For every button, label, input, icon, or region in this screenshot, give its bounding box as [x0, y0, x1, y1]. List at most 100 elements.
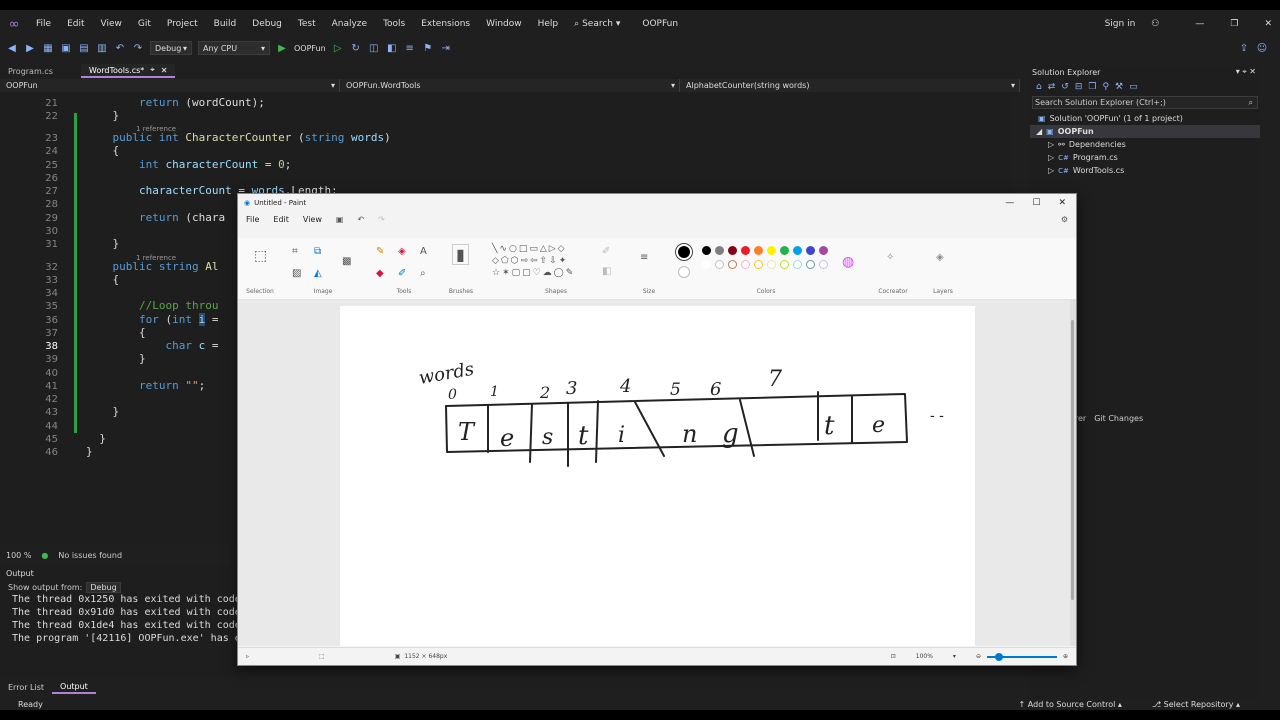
zoom-level[interactable]: 100 % — [6, 551, 31, 560]
live-share-icon[interactable]: ⇪ — [1238, 43, 1250, 54]
menu-extensions[interactable]: Extensions — [413, 19, 478, 29]
minimize-icon[interactable]: — — [1005, 198, 1014, 208]
color-swatch[interactable] — [754, 246, 763, 255]
configuration-select[interactable]: Debug ▾ — [150, 41, 192, 55]
undo-icon[interactable]: ↶ — [114, 43, 126, 54]
edit-colors-icon[interactable]: ◍ — [842, 254, 854, 270]
cocreator-icon[interactable]: ✧ — [886, 252, 894, 263]
color-swatch[interactable] — [754, 260, 763, 269]
color-swatch[interactable] — [728, 260, 737, 269]
crop-icon[interactable]: ⌗ — [292, 246, 298, 257]
redo-icon[interactable]: ↷ — [132, 43, 144, 54]
save-icon[interactable]: ▣ — [336, 215, 344, 224]
selection-icon[interactable]: ⬚ — [254, 248, 267, 264]
color-swatch[interactable] — [793, 246, 802, 255]
tool-icon[interactable]: ◧ — [386, 43, 398, 54]
hot-reload-icon[interactable]: ↻ — [350, 43, 362, 54]
menu-window[interactable]: Window — [478, 19, 530, 29]
settings-icon[interactable]: ⚙ — [1061, 215, 1068, 224]
menu-project[interactable]: Project — [159, 19, 206, 29]
color-swatch[interactable] — [793, 260, 802, 269]
forward-icon[interactable]: ▶ — [24, 43, 36, 54]
bookmark-icon[interactable]: ⚑ — [422, 43, 434, 54]
primary-color[interactable] — [676, 244, 692, 260]
color-picker-icon[interactable]: ✐ — [398, 268, 406, 279]
zoom-in-icon[interactable]: ⊕ — [1063, 653, 1068, 660]
user-icon[interactable]: ⚇ — [1143, 19, 1167, 29]
comment-icon[interactable]: ≡ — [404, 43, 416, 54]
filter-icon[interactable]: ⚲ — [1102, 82, 1109, 92]
tree-solution[interactable]: ▣ Solution 'OOPFun' (1 of 1 project) — [1030, 112, 1260, 125]
collapse-icon[interactable]: ⊟ — [1075, 82, 1083, 92]
shapes-row-3-icon[interactable]: ☆✶▢▢♡☁◯✎ — [492, 268, 575, 278]
secondary-color[interactable] — [678, 266, 690, 278]
run-target-label[interactable]: OOPFun — [294, 44, 326, 53]
paint-menu-edit[interactable]: Edit — [273, 215, 289, 224]
menu-debug[interactable]: Debug — [244, 19, 290, 29]
search-menu[interactable]: ⌕ Search ▾ — [566, 19, 628, 29]
show-all-icon[interactable]: ❐ — [1088, 82, 1096, 92]
tree-dependencies[interactable]: ▷ ⚯ Dependencies — [1030, 138, 1260, 151]
zoom-slider[interactable] — [986, 652, 1057, 661]
magnifier-icon[interactable]: ⌕ — [420, 268, 426, 279]
brush-icon[interactable]: ▮ — [452, 244, 469, 265]
size-icon[interactable]: ≡ — [640, 252, 648, 263]
redo-icon[interactable]: ↷ — [378, 215, 385, 224]
menu-file[interactable]: File — [28, 19, 59, 29]
resize-icon[interactable]: ⧉ — [314, 246, 321, 257]
tab-output[interactable]: Output — [52, 680, 96, 694]
text-icon[interactable]: A — [420, 246, 427, 257]
issues-status[interactable]: No issues found — [58, 551, 122, 560]
new-project-icon[interactable]: ▦ — [42, 43, 54, 54]
feedback-icon[interactable]: ☺ — [1256, 43, 1268, 54]
vertical-scrollbar[interactable] — [1070, 300, 1076, 646]
image-creator-icon[interactable]: ▩ — [342, 256, 351, 267]
member-dropdown[interactable]: AlphabetCounter(string words) ▾ — [680, 79, 1020, 92]
open-icon[interactable]: ▣ — [60, 43, 72, 54]
save-all-icon[interactable]: ▥ — [96, 43, 108, 54]
color-swatch[interactable] — [806, 260, 815, 269]
back-icon[interactable]: ◀ — [6, 43, 18, 54]
platform-select[interactable]: Any CPU ▾ — [198, 41, 270, 55]
start-without-debug-icon[interactable]: ▷ — [332, 43, 344, 54]
menu-analyze[interactable]: Analyze — [324, 19, 375, 29]
undo-icon[interactable]: ↶ — [357, 215, 364, 224]
home-icon[interactable]: ⌂ — [1036, 82, 1042, 92]
save-icon[interactable]: ▤ — [78, 43, 90, 54]
shapes-row-1-icon[interactable]: ╲∿○□▭△▷◇ — [492, 244, 567, 254]
drawing-canvas[interactable]: words 0 1 2 3 4 5 6 7 T e s t i n g t e … — [340, 306, 975, 646]
indent-icon[interactable]: ⇥ — [440, 43, 452, 54]
color-swatch[interactable] — [728, 246, 737, 255]
project-dropdown[interactable]: OOPFun ▾ — [0, 79, 340, 92]
history-icon[interactable]: ↺ — [1061, 82, 1069, 92]
tab-wordtools-cs[interactable]: WordTools.cs* ⌖ ✕ — [80, 64, 176, 78]
menu-tools[interactable]: Tools — [375, 19, 413, 29]
paint-menu-view[interactable]: View — [303, 215, 322, 224]
eraser-icon[interactable]: ◆ — [376, 268, 384, 279]
zoom-out-icon[interactable]: ⊖ — [976, 653, 981, 660]
tree-wordtools-cs[interactable]: ▷ C# WordTools.cs — [1030, 164, 1260, 177]
color-swatch[interactable] — [780, 246, 789, 255]
start-debug-icon[interactable]: ▶ — [276, 43, 288, 54]
pin-icon[interactable]: ⌖ — [150, 65, 155, 75]
close-icon[interactable]: ✕ — [1256, 19, 1280, 29]
menu-build[interactable]: Build — [206, 19, 245, 29]
chevron-down-icon[interactable]: ▾ — [953, 653, 956, 660]
sync-icon[interactable]: ⇄ — [1048, 82, 1056, 92]
menu-view[interactable]: View — [93, 19, 130, 29]
color-swatch[interactable] — [780, 260, 789, 269]
tree-project[interactable]: ◢ ▣ OOPFun — [1030, 125, 1260, 138]
color-swatch[interactable] — [741, 246, 750, 255]
menu-test[interactable]: Test — [290, 19, 324, 29]
tab-git-changes[interactable]: Git Changes — [1094, 414, 1143, 426]
outline-icon[interactable]: ✐ — [602, 246, 610, 257]
add-to-source-control[interactable]: ↑ Add to Source Control ▴ — [1019, 700, 1122, 709]
color-swatch[interactable] — [819, 260, 828, 269]
color-swatch[interactable] — [715, 260, 724, 269]
remove-background-icon[interactable]: ▨ — [292, 268, 301, 279]
color-swatch[interactable] — [767, 260, 776, 269]
close-icon[interactable]: ▾ ⌖ ✕ — [1236, 67, 1256, 77]
zoom-value[interactable]: 100% — [916, 653, 933, 660]
shape-fill-icon[interactable]: ◧ — [602, 266, 611, 277]
tree-program-cs[interactable]: ▷ C# Program.cs — [1030, 151, 1260, 164]
